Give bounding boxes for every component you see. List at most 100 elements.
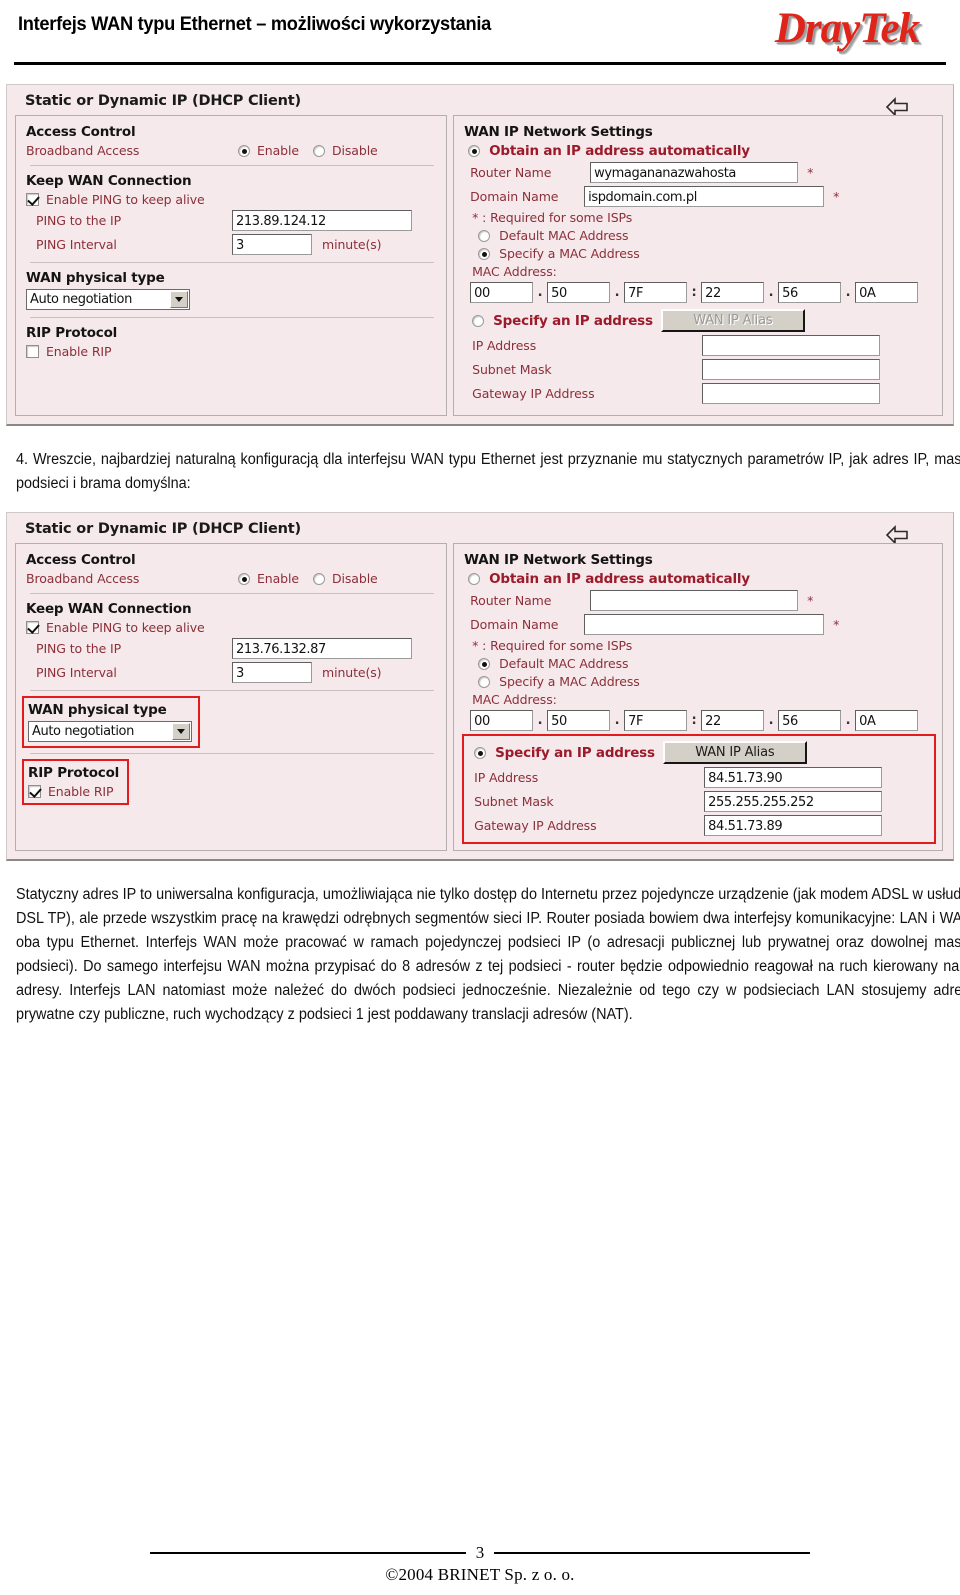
mac-separator-1: . <box>537 285 543 300</box>
mac-separator-3: : <box>691 285 697 300</box>
broadband-enable-radio[interactable] <box>238 144 250 157</box>
divider <box>30 165 435 166</box>
page-number: 3 <box>475 1543 485 1562</box>
wan-physical-type-row: Auto negotiation <box>26 289 438 310</box>
router-config-panel-1: Static or Dynamic IP (DHCP Client) Acces… <box>6 84 954 426</box>
broadband-disable-radio[interactable] <box>312 144 325 157</box>
enable-rip-checkbox[interactable] <box>26 345 39 358</box>
enable-ping-checkbox[interactable] <box>26 193 39 206</box>
obtain-ip-auto-label: Obtain an IP address automatically <box>489 571 750 587</box>
ping-ip-input[interactable]: 213.76.132.87 <box>232 638 412 659</box>
default-mac-radio[interactable] <box>478 657 491 670</box>
router-name-label: Router Name <box>470 593 552 608</box>
panel2-right-column: WAN IP Network Settings Obtain an IP add… <box>453 543 943 851</box>
subnet-mask-input[interactable]: 255.255.255.252 <box>704 791 883 812</box>
default-mac-label: Default MAC Address <box>499 228 629 243</box>
wan-physical-type-heading: WAN physical type <box>28 702 167 718</box>
wan-physical-type-value: Auto negotiation <box>32 724 134 739</box>
mac-separator-5: . <box>845 285 851 300</box>
chevron-down-icon[interactable] <box>172 723 190 740</box>
mac-octet-5[interactable]: 56 <box>778 710 842 731</box>
panel1-right-column: WAN IP Network Settings Obtain an IP add… <box>453 115 943 416</box>
required-note-row: * : Required for some ISPs <box>464 210 934 225</box>
broadband-access-label: Broadband Access <box>26 143 140 158</box>
chevron-down-icon[interactable] <box>170 291 188 308</box>
gateway-ip-input[interactable] <box>702 383 881 404</box>
mac-octet-3[interactable]: 7F <box>624 710 688 731</box>
subnet-mask-input[interactable] <box>702 359 881 380</box>
wan-ip-alias-button[interactable]: WAN IP Alias <box>662 741 807 764</box>
ping-interval-input[interactable]: 3 <box>232 662 312 683</box>
mac-octet-3[interactable]: 7F <box>624 282 688 303</box>
domain-name-input[interactable]: ispdomain.com.pl <box>584 186 825 207</box>
page-title: Interfejs WAN typu Ethernet – możliwości… <box>18 14 491 35</box>
broadband-access-row: Broadband Access Enable Disable <box>26 571 438 586</box>
specify-mac-radio[interactable] <box>478 247 491 260</box>
specify-mac-radio[interactable] <box>478 675 491 688</box>
mac-octet-6[interactable]: 0A <box>855 710 919 731</box>
enable-ping-checkbox[interactable] <box>26 621 39 634</box>
paragraph-1-wrapper: 4. Wreszcie, najbardziej naturalną konfi… <box>0 448 960 496</box>
ping-interval-unit-label: minute(s) <box>322 237 382 252</box>
default-mac-row: Default MAC Address <box>464 228 934 243</box>
broadband-disable-radio[interactable] <box>312 572 325 585</box>
mac-octet-4[interactable]: 22 <box>701 710 765 731</box>
gateway-ip-label: Gateway IP Address <box>474 818 597 833</box>
copyright-text: ©2004 BRINET Sp. z o. o. <box>385 1565 575 1584</box>
back-arrow-icon[interactable] <box>885 97 911 117</box>
ip-address-input[interactable]: 84.51.73.90 <box>704 767 883 788</box>
divider <box>30 690 435 691</box>
mac-separator-5: . <box>845 713 851 728</box>
mac-octet-2[interactable]: 50 <box>547 710 611 731</box>
broadband-enable-label: Enable <box>257 571 299 586</box>
broadband-enable-radio[interactable] <box>238 572 250 585</box>
mac-address-label: MAC Address: <box>472 264 557 279</box>
page-header: Interfejs WAN typu Ethernet – możliwości… <box>0 0 960 78</box>
keep-wan-connection-heading: Keep WAN Connection <box>26 173 192 189</box>
specify-mac-row: Specify a MAC Address <box>464 246 934 261</box>
mac-octet-1[interactable]: 00 <box>470 710 534 731</box>
specify-mac-label: Specify a MAC Address <box>499 674 640 689</box>
footer-rule-left <box>150 1552 466 1554</box>
gateway-ip-input[interactable]: 84.51.73.89 <box>704 815 883 836</box>
obtain-ip-auto-radio[interactable] <box>468 145 481 157</box>
access-control-heading: Access Control <box>26 552 136 568</box>
specify-ip-radio[interactable] <box>474 746 487 759</box>
ping-ip-input[interactable]: 213.89.124.12 <box>232 210 412 231</box>
domain-name-row: Domain Name ispdomain.com.pl * <box>464 186 934 207</box>
wan-ip-network-settings-heading: WAN IP Network Settings <box>464 124 653 140</box>
mac-separator-2: . <box>614 285 620 300</box>
wan-physical-type-select[interactable]: Auto negotiation <box>28 721 192 742</box>
wan-physical-type-select[interactable]: Auto negotiation <box>26 289 190 310</box>
mac-octet-1[interactable]: 00 <box>470 282 534 303</box>
ip-address-input[interactable] <box>702 335 881 356</box>
ping-interval-input[interactable]: 3 <box>232 234 312 255</box>
router-name-row: Router Name wymagananazwahosta * <box>464 162 934 183</box>
subnet-mask-row: Subnet Mask 255.255.255.252 <box>466 791 928 812</box>
enable-rip-checkbox[interactable] <box>28 785 41 798</box>
enable-ping-row: Enable PING to keep alive <box>26 620 438 635</box>
subnet-mask-label: Subnet Mask <box>472 362 552 377</box>
panel2-left-column: Access Control Broadband Access Enable D… <box>15 543 448 851</box>
router-name-input[interactable]: wymagananazwahosta <box>590 162 799 183</box>
back-arrow-icon[interactable] <box>885 525 911 545</box>
mac-octet-5[interactable]: 56 <box>778 282 842 303</box>
mac-octet-2[interactable]: 50 <box>547 282 611 303</box>
paragraph-2: Statyczny adres IP to uniwersalna konfig… <box>16 886 960 1023</box>
keep-wan-connection-heading: Keep WAN Connection <box>26 601 192 617</box>
rip-protocol-highlight: RIP Protocol Enable RIP <box>21 759 130 805</box>
broadband-access-row: Broadband Access Enable Disable <box>26 143 438 158</box>
router-name-required-asterisk: * <box>807 165 814 180</box>
default-mac-radio[interactable] <box>478 229 491 242</box>
domain-name-input[interactable] <box>584 614 825 635</box>
wan-physical-type-highlight: WAN physical type Auto negotiation <box>22 696 200 748</box>
paragraph-1: 4. Wreszcie, najbardziej naturalną konfi… <box>16 451 960 492</box>
mac-octet-4[interactable]: 22 <box>701 282 765 303</box>
enable-rip-row: Enable RIP <box>26 344 438 359</box>
obtain-auto-row: Obtain an IP address automatically <box>464 571 934 587</box>
obtain-ip-auto-radio[interactable] <box>468 573 481 585</box>
wan-ip-alias-button[interactable]: WAN IP Alias <box>660 309 805 332</box>
router-name-input[interactable] <box>590 590 799 611</box>
mac-octet-6[interactable]: 0A <box>855 282 919 303</box>
specify-ip-radio[interactable] <box>472 314 485 327</box>
